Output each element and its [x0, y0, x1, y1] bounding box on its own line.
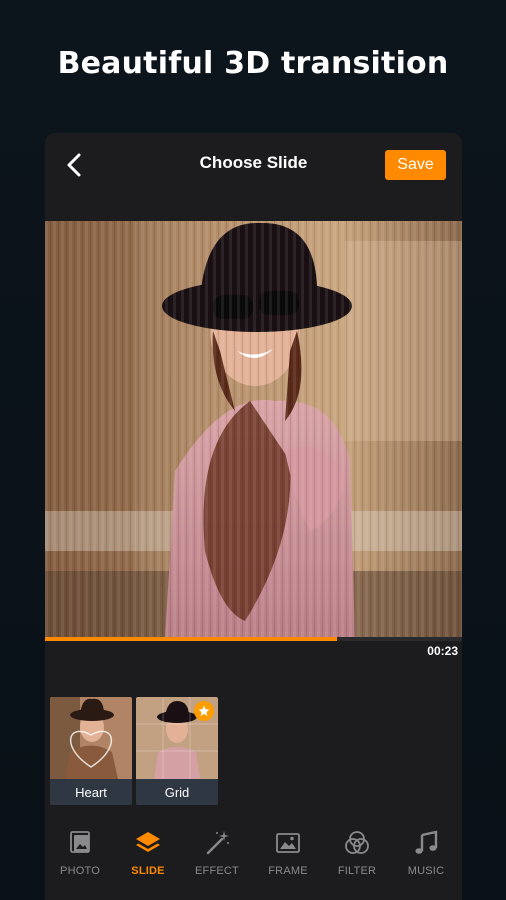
- preview-image: [45, 221, 462, 639]
- nav-effect[interactable]: EFFECT: [182, 828, 252, 888]
- save-button[interactable]: Save: [385, 150, 446, 180]
- top-bar: Choose Slide Save: [45, 133, 462, 197]
- nav-label: FILTER: [337, 865, 377, 877]
- chevron-left-icon: [67, 153, 81, 177]
- slide-option-heart[interactable]: Heart: [50, 697, 132, 805]
- nav-frame[interactable]: FRAME: [253, 828, 323, 888]
- nav-photo[interactable]: PHOTO: [45, 828, 115, 888]
- slide-option-label: Grid: [136, 779, 218, 805]
- star-icon: [198, 705, 210, 716]
- heart-thumbnail: [50, 697, 132, 779]
- app-screen: Choose Slide Save 00:23 Heart Grid PHOTO…: [45, 133, 462, 900]
- slide-option-label: Heart: [50, 779, 132, 805]
- bottom-nav: PHOTO SLIDE EFFECT FRAME FILTER MUSIC: [45, 828, 462, 888]
- nav-filter[interactable]: FILTER: [322, 828, 392, 888]
- progress-fill: [45, 637, 337, 641]
- nav-label: EFFECT: [195, 865, 239, 877]
- nav-label: FRAME: [268, 865, 308, 877]
- back-button[interactable]: [61, 151, 89, 179]
- nav-label: SLIDE: [131, 865, 165, 877]
- video-preview[interactable]: [45, 221, 462, 639]
- photo-icon: [70, 831, 90, 853]
- frame-icon: [276, 833, 300, 853]
- music-icon: [415, 830, 438, 854]
- slide-option-grid[interactable]: Grid: [136, 697, 218, 805]
- nav-label: MUSIC: [407, 865, 445, 877]
- premium-badge: [194, 701, 214, 721]
- promo-headline: Beautiful 3D transition: [57, 46, 449, 81]
- filter-icon: [345, 831, 369, 854]
- magic-wand-icon: [206, 831, 229, 855]
- playback-time: 00:23: [427, 644, 458, 658]
- nav-label: PHOTO: [60, 865, 100, 877]
- nav-music[interactable]: MUSIC: [391, 828, 461, 888]
- playback-progress[interactable]: [45, 637, 462, 641]
- nav-slide[interactable]: SLIDE: [113, 828, 183, 888]
- layers-icon: [136, 832, 160, 852]
